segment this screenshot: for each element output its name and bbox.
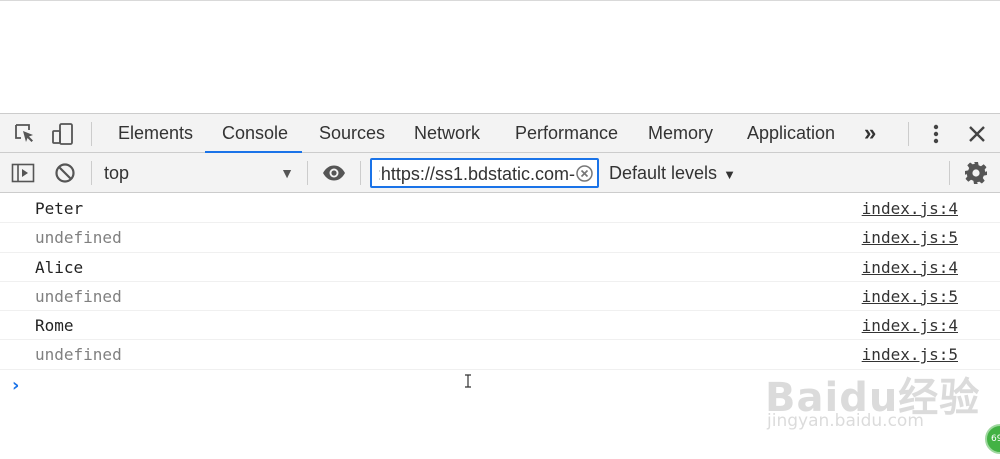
source-link[interactable]: index.js:4	[862, 258, 958, 277]
show-sidebar-icon[interactable]	[11, 161, 35, 185]
console-message: Rome index.js:4	[0, 311, 1000, 341]
baidu-watermark: Baidu经验 jingyan.baidu.com	[765, 365, 979, 445]
tab-elements[interactable]: Elements	[118, 114, 193, 153]
console-message: Peter index.js:4	[0, 194, 1000, 224]
toolbar-divider	[91, 161, 92, 185]
filter-value: -url:https://ss1.bdstatic.com	[379, 164, 575, 184]
devtools-tabbar: Elements Console Sources Network Perform…	[0, 113, 1000, 153]
message-text: Peter	[35, 199, 84, 218]
chevron-down-icon: ▼	[723, 167, 736, 182]
console-message: Alice index.js:4	[0, 253, 1000, 282]
tab-network[interactable]: Network	[414, 114, 480, 153]
console-message: undefined index.js:5	[0, 223, 1000, 253]
chevron-down-icon: ▼	[280, 165, 294, 181]
clear-console-icon[interactable]	[53, 161, 77, 185]
more-tabs-button[interactable]: »	[864, 114, 876, 153]
kebab-menu-icon[interactable]	[924, 122, 948, 146]
message-text: undefined	[35, 228, 122, 248]
device-toolbar-icon[interactable]	[51, 122, 75, 146]
clear-filter-icon[interactable]	[576, 165, 593, 182]
source-link[interactable]: index.js:5	[862, 287, 958, 306]
toolbar-divider	[908, 122, 909, 146]
console-filter-input[interactable]: -url:https://ss1.bdstatic.com	[370, 158, 599, 188]
console-messages: Peter index.js:4 undefined index.js:5 Al…	[0, 194, 1000, 370]
log-levels-dropdown[interactable]: Default levels ▼	[609, 162, 736, 186]
inspect-element-icon[interactable]	[13, 122, 37, 146]
tab-sources[interactable]: Sources	[319, 114, 385, 153]
toolbar-divider	[91, 122, 92, 146]
tab-memory[interactable]: Memory	[648, 114, 713, 153]
toolbar-divider	[360, 161, 361, 185]
live-expression-eye-icon[interactable]	[322, 161, 346, 185]
execution-context-select[interactable]: top ▼	[104, 162, 298, 184]
page-viewport	[0, 0, 1000, 113]
source-link[interactable]: index.js:4	[862, 200, 958, 218]
context-value: top	[104, 163, 130, 183]
watermark-url: jingyan.baidu.com	[767, 411, 924, 431]
message-text: Rome	[35, 316, 74, 336]
console-toolbar: top ▼ -url:https://ss1.bdstatic.com Defa…	[0, 153, 1000, 193]
console-prompt-chevron-icon[interactable]: ›	[12, 375, 19, 396]
text-cursor-icon	[464, 374, 472, 388]
message-text: undefined	[35, 345, 122, 365]
gear-icon[interactable]	[964, 161, 988, 185]
tab-application[interactable]: Application	[747, 114, 835, 153]
tab-console[interactable]: Console	[222, 114, 288, 153]
source-link[interactable]: index.js:4	[862, 317, 958, 335]
source-link[interactable]: index.js:5	[862, 346, 958, 364]
source-link[interactable]: index.js:5	[862, 229, 958, 247]
message-text: Alice	[35, 257, 84, 277]
close-icon[interactable]	[965, 122, 989, 146]
tab-performance[interactable]: Performance	[515, 114, 618, 153]
console-message: undefined index.js:5	[0, 282, 1000, 312]
message-text: undefined	[35, 286, 122, 306]
levels-label: Default levels	[609, 163, 718, 183]
floating-badge[interactable]: 69	[985, 424, 1000, 454]
toolbar-divider	[307, 161, 308, 185]
toolbar-divider	[949, 161, 950, 185]
